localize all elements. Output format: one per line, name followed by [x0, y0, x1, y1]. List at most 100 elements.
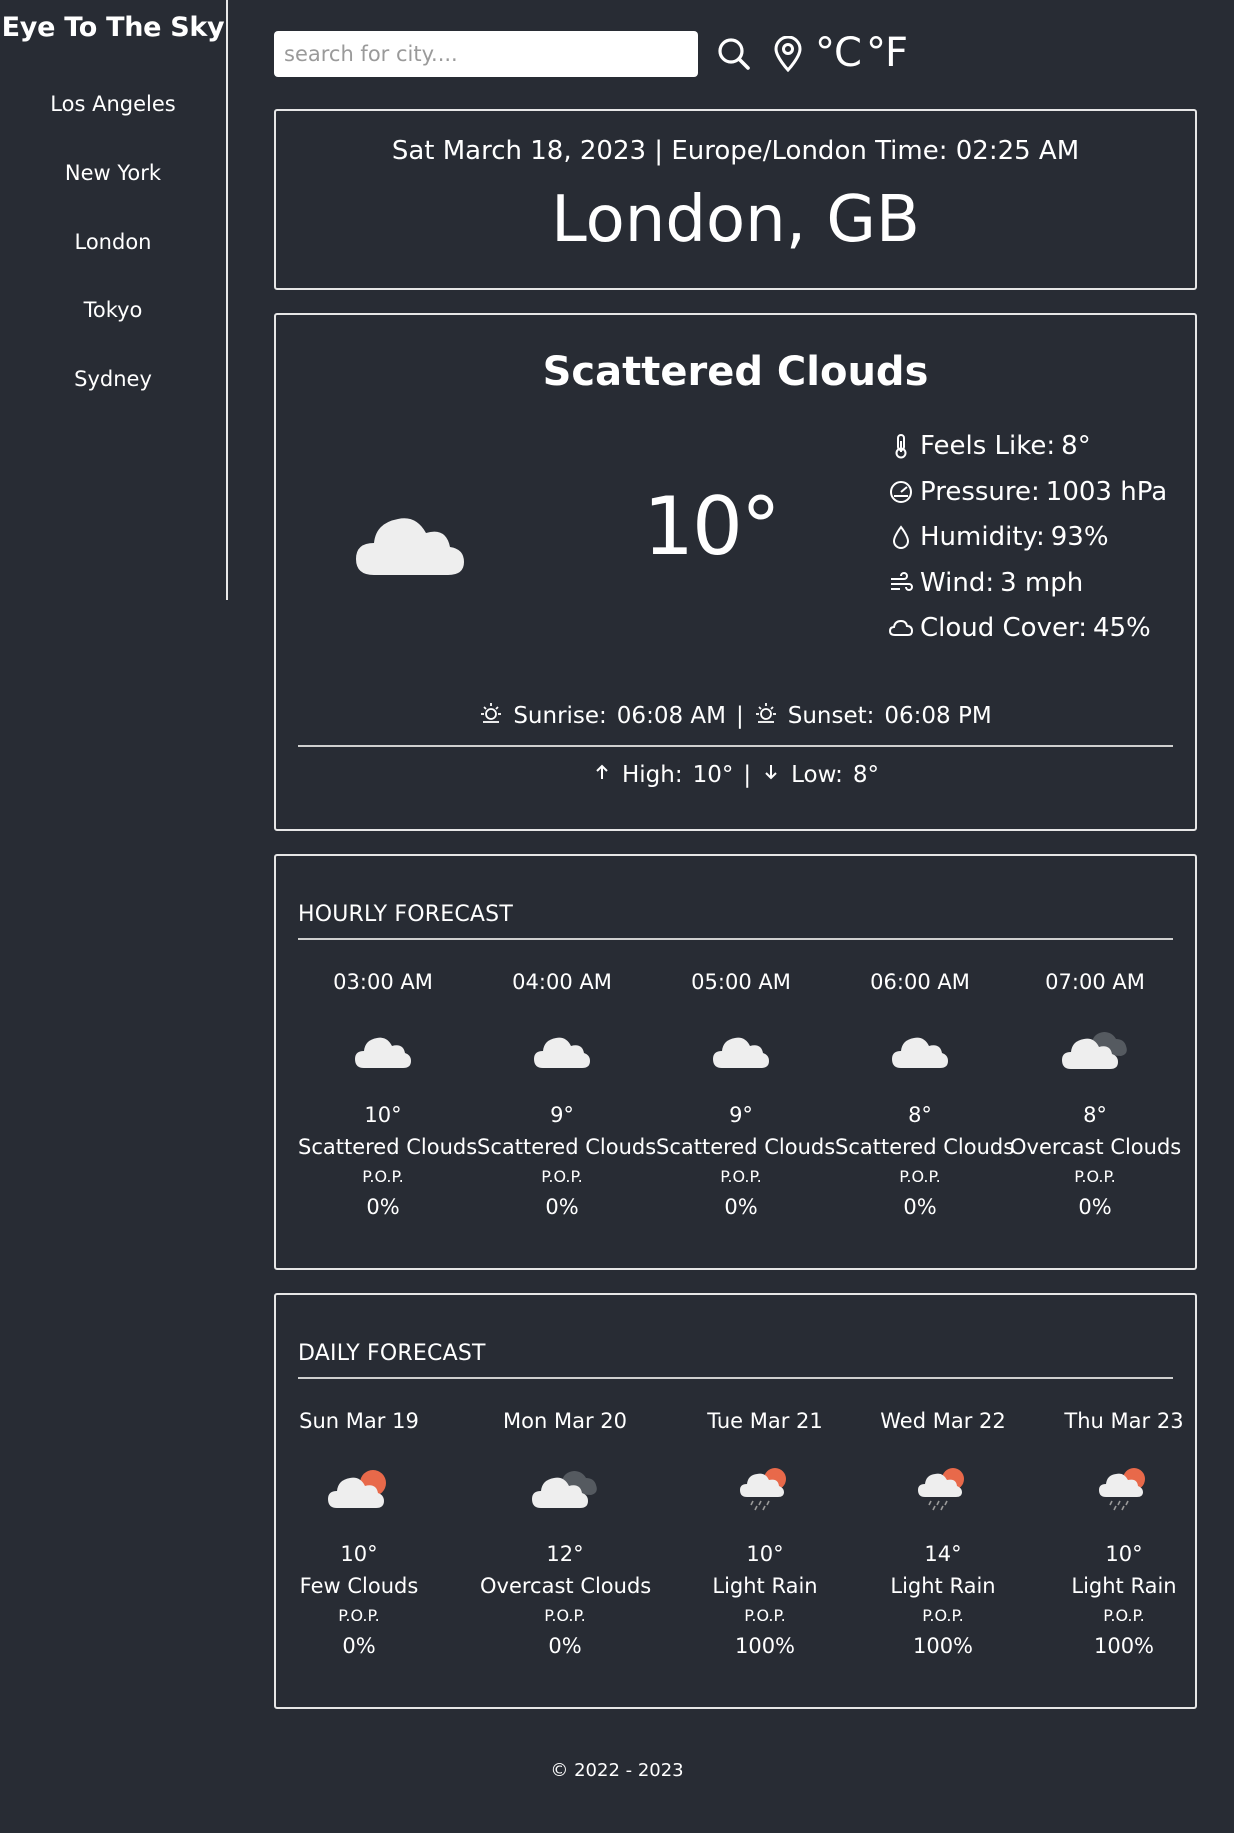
cloud-outline-icon: [888, 615, 914, 641]
pop-label: P.O.P.: [338, 1606, 380, 1625]
pop-label: P.O.P.: [544, 1606, 586, 1625]
hourly-time: 07:00 AM: [1045, 970, 1145, 994]
stat-label: Feels Like:: [920, 431, 1056, 461]
wind-icon: [888, 570, 914, 596]
stat-value: 45%: [1092, 613, 1151, 643]
daily-temp: 10°: [340, 1542, 378, 1566]
pop-value: 100%: [912, 1634, 974, 1658]
pop-value: 0%: [903, 1195, 937, 1219]
cloud-icon: [712, 1031, 770, 1073]
daily-temp: 10°: [746, 1542, 784, 1566]
overcast-clouds-icon: [1061, 1024, 1129, 1074]
light-rain-icon: [917, 1463, 969, 1515]
pop-value: 100%: [1093, 1634, 1155, 1658]
arrow-up-icon: [592, 762, 612, 788]
hourly-time: 04:00 AM: [512, 970, 612, 994]
pop-label: P.O.P.: [1074, 1167, 1116, 1186]
overcast-clouds-icon: [531, 1463, 599, 1513]
current-condition: Scattered Clouds: [542, 349, 929, 395]
sidebar-item-los-angeles[interactable]: Los Angeles: [0, 92, 226, 116]
stat-value: 93%: [1050, 522, 1109, 552]
hourly-desc: Overcast Clouds: [1010, 1135, 1182, 1159]
hourly-temp: 9°: [550, 1103, 574, 1127]
hourly-desc: Scattered Clouds: [298, 1135, 478, 1159]
stat-wind: Wind: 3 mph: [888, 568, 1083, 598]
hourly-temp: 9°: [729, 1103, 753, 1127]
daily-temp: 10°: [1105, 1542, 1143, 1566]
divider: [298, 938, 1173, 940]
daily-day: Sun Mar 19: [299, 1409, 419, 1433]
sunrise-icon: [479, 701, 503, 731]
pop-label: P.O.P.: [720, 1167, 762, 1186]
daily-desc: Few Clouds: [299, 1574, 419, 1598]
pop-value: 0%: [548, 1634, 582, 1658]
daily-temp: 12°: [546, 1542, 584, 1566]
hourly-forecast-title: HOURLY FORECAST: [298, 902, 513, 927]
sidebar-item-new-york[interactable]: New York: [0, 161, 226, 185]
arrow-down-icon: [761, 762, 781, 788]
pop-label: P.O.P.: [899, 1167, 941, 1186]
pop-value: 0%: [366, 1195, 400, 1219]
daily-desc: Light Rain: [712, 1574, 818, 1598]
fahrenheit-toggle[interactable]: °F: [866, 30, 908, 76]
daily-day: Mon Mar 20: [503, 1409, 627, 1433]
daily-forecast-card: DAILY FORECAST Sun Mar 19 10° Few Clouds…: [274, 1293, 1197, 1709]
stat-label: Pressure:: [920, 477, 1040, 507]
brand-title: Eye To The Sky: [1, 12, 225, 43]
hourly-desc: Scattered Clouds: [835, 1135, 1015, 1159]
sidebar-item-london[interactable]: London: [0, 230, 226, 254]
current-temperature: 10°: [643, 480, 781, 573]
stat-label: Cloud Cover:: [920, 613, 1087, 643]
pop-label: P.O.P.: [362, 1167, 404, 1186]
pop-value: 0%: [342, 1634, 376, 1658]
pop-value: 0%: [724, 1195, 758, 1219]
thermometer-icon: [888, 433, 914, 459]
hourly-temp: 8°: [1083, 1103, 1107, 1127]
sunset-label: Sunset:: [787, 703, 875, 729]
cloud-icon: [354, 1031, 412, 1073]
search-icon[interactable]: [716, 36, 752, 76]
celsius-toggle[interactable]: °C: [815, 30, 862, 76]
low-value: 8°: [852, 762, 880, 788]
search-input[interactable]: [274, 31, 698, 77]
sunset-icon: [754, 701, 778, 731]
pop-label: P.O.P.: [541, 1167, 583, 1186]
stat-value: 8°: [1061, 431, 1091, 461]
sunrise-label: Sunrise:: [513, 703, 607, 729]
hourly-desc: Scattered Clouds: [477, 1135, 657, 1159]
daily-day: Wed Mar 22: [880, 1409, 1006, 1433]
daily-desc: Light Rain: [1071, 1574, 1177, 1598]
pop-label: P.O.P.: [1103, 1606, 1145, 1625]
divider: [298, 1377, 1173, 1379]
stat-value: 3 mph: [1000, 568, 1084, 598]
hourly-desc: Scattered Clouds: [656, 1135, 836, 1159]
current-weather-card: Scattered Clouds 10° Feels Like: 8° Pres…: [274, 313, 1197, 831]
stat-pressure: Pressure: 1003 hPa: [888, 477, 1167, 507]
pressure-icon: [888, 479, 914, 505]
location-title: London, GB: [551, 183, 920, 257]
pop-value: 0%: [1078, 1195, 1112, 1219]
low-label: Low:: [791, 762, 843, 788]
droplet-icon: [888, 524, 914, 550]
sidebar: Eye To The Sky Los Angeles New York Lond…: [0, 0, 228, 600]
daily-desc: Overcast Clouds: [480, 1574, 652, 1598]
pop-value: 100%: [734, 1634, 796, 1658]
daily-desc: Light Rain: [890, 1574, 996, 1598]
high-label: High:: [621, 762, 683, 788]
map-pin-icon[interactable]: [773, 35, 803, 76]
few-clouds-icon: [327, 1463, 391, 1513]
sidebar-item-tokyo[interactable]: Tokyo: [0, 298, 226, 322]
light-rain-icon: [739, 1463, 791, 1515]
cloud-icon: [533, 1031, 591, 1073]
hourly-temp: 10°: [364, 1103, 402, 1127]
sun-times: Sunrise: 06:08 AM | Sunset: 06:08 PM: [276, 701, 1195, 731]
sunset-time: 06:08 PM: [884, 703, 992, 729]
hourly-time: 05:00 AM: [691, 970, 791, 994]
daily-temp: 14°: [924, 1542, 962, 1566]
stat-value: 1003 hPa: [1045, 477, 1168, 507]
separator: |: [735, 703, 744, 729]
daily-day: Thu Mar 23: [1064, 1409, 1184, 1433]
sidebar-item-sydney[interactable]: Sydney: [0, 367, 226, 391]
cloud-icon: [354, 505, 466, 581]
divider: [298, 745, 1173, 747]
